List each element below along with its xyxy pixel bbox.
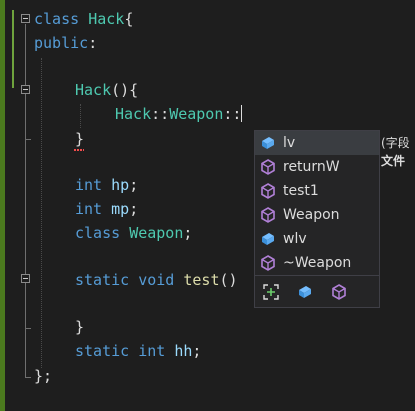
method-icon xyxy=(261,159,275,175)
completion-item-label: test1 xyxy=(283,183,319,199)
code-line-4[interactable]: Hack(){ xyxy=(75,78,138,102)
code-line-14[interactable]: } xyxy=(75,315,84,339)
tooltip-line: (字段 xyxy=(381,136,410,150)
keyword: public xyxy=(34,34,89,52)
keyword: class xyxy=(75,224,121,242)
field-icon xyxy=(262,233,274,245)
completion-item-label: Weapon xyxy=(283,207,340,223)
punctuation: ; xyxy=(183,224,193,242)
scope-operator: :: xyxy=(151,105,170,123)
class-name: Hack xyxy=(88,10,125,28)
completion-item-returnw[interactable]: returnW xyxy=(255,155,379,179)
expand-scope-icon[interactable] xyxy=(263,284,279,300)
keyword: static xyxy=(75,271,130,289)
method-filter-icon[interactable] xyxy=(331,284,347,300)
function-name: test xyxy=(183,271,220,289)
collapse-constructor-toggle[interactable] xyxy=(21,85,30,94)
method-icon xyxy=(261,183,275,199)
variable: hh xyxy=(174,342,193,360)
modified-lines-marker xyxy=(12,10,14,88)
code-line-8[interactable]: int hp; xyxy=(75,173,138,197)
keyword: int xyxy=(75,176,103,194)
keyword: static xyxy=(75,342,130,360)
code-line-5[interactable]: Hack::Weapon:: xyxy=(115,102,243,126)
keyword: int xyxy=(75,200,103,218)
code-line-15[interactable]: static int hh; xyxy=(75,339,201,363)
code-line-9[interactable]: int mp; xyxy=(75,197,138,221)
field-filter-icon[interactable] xyxy=(297,284,313,300)
code-line-1[interactable]: class Hack{ xyxy=(34,7,133,31)
punctuation: (){ xyxy=(111,81,139,99)
code-line-12[interactable]: static void test() xyxy=(75,268,238,292)
test-fold-line xyxy=(25,284,26,328)
keyword: class xyxy=(34,10,80,28)
constructor-name: Hack xyxy=(75,81,112,99)
punctuation: () xyxy=(219,271,238,289)
completion-item-lv[interactable]: lv xyxy=(255,131,379,155)
code-line-16[interactable]: }; xyxy=(34,364,52,388)
punctuation: } xyxy=(75,318,85,336)
class-fold-end xyxy=(25,377,31,378)
code-line-10[interactable]: class Weapon; xyxy=(75,221,192,245)
punctuation: } xyxy=(75,130,85,148)
punctuation: ; xyxy=(192,342,202,360)
completion-item-wlv[interactable]: wlv xyxy=(255,227,379,251)
method-icon xyxy=(261,255,275,271)
variable: mp xyxy=(111,200,130,218)
change-indicator-bar xyxy=(0,0,5,411)
indent-guide xyxy=(41,58,42,368)
collapse-class-toggle[interactable] xyxy=(21,14,30,23)
text-cursor xyxy=(241,105,243,122)
code-line-6[interactable]: } xyxy=(75,127,84,151)
completion-item-label: ~Weapon xyxy=(283,255,352,271)
scope-operator: :: xyxy=(223,105,242,123)
completion-item-label: returnW xyxy=(283,159,340,175)
punctuation: : xyxy=(88,34,98,52)
scope-class: Hack xyxy=(115,105,152,123)
test-fold-end xyxy=(25,328,31,329)
tooltip-line: 文件 xyxy=(381,154,406,168)
variable: hp xyxy=(111,176,130,194)
scope-class: Weapon xyxy=(169,105,224,123)
completion-item-weapon[interactable]: Weapon xyxy=(255,203,379,227)
punctuation: ; xyxy=(129,176,139,194)
keyword: int xyxy=(138,342,166,360)
quick-info-tooltip: (字段 文件 xyxy=(381,134,415,178)
class-name: Weapon xyxy=(129,224,184,242)
error-squiggle xyxy=(74,149,84,151)
completion-item-destructor[interactable]: ~Weapon xyxy=(255,251,379,275)
collapse-test-toggle[interactable] xyxy=(21,274,30,283)
constructor-fold-line xyxy=(25,95,26,139)
punctuation: ; xyxy=(129,200,139,218)
class-icon xyxy=(261,207,275,223)
field-icon xyxy=(262,137,274,149)
constructor-fold-end xyxy=(25,139,31,140)
code-line-2[interactable]: public: xyxy=(34,31,97,55)
completion-list[interactable]: lv returnW test1 Weapon wlv ~Weapon xyxy=(254,130,380,308)
completion-filter-bar xyxy=(255,275,379,307)
indent-guide xyxy=(80,104,81,128)
completion-item-label: lv xyxy=(283,135,296,151)
punctuation: }; xyxy=(34,367,53,385)
keyword: void xyxy=(138,271,175,289)
completion-item-test1[interactable]: test1 xyxy=(255,179,379,203)
completion-item-label: wlv xyxy=(283,231,307,247)
punctuation: { xyxy=(124,10,134,28)
